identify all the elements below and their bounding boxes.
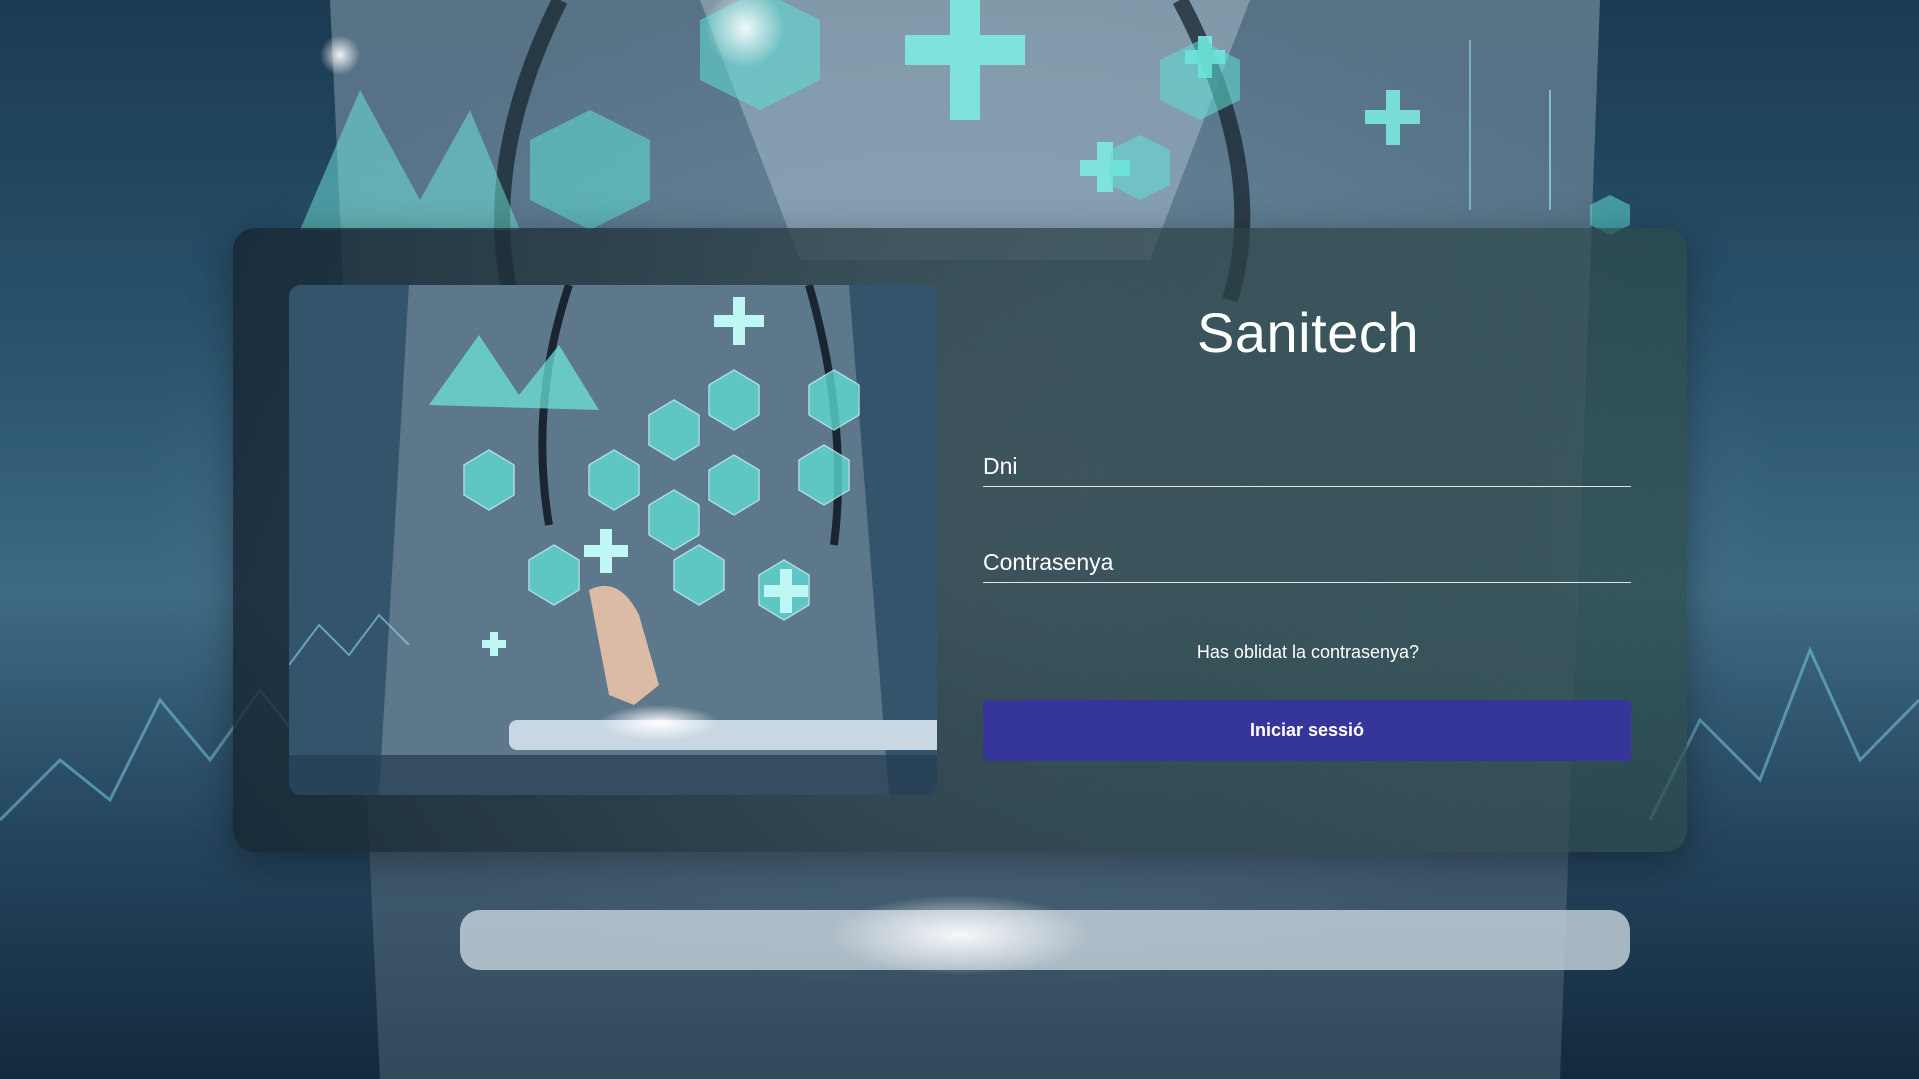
app-title: Sanitech (1197, 301, 1419, 364)
forgot-password-link[interactable]: Has oblidat la contrasenya? (983, 642, 1633, 663)
login-form: Sanitech Has oblidat la contrasenya? Ini… (983, 228, 1633, 852)
login-button[interactable]: Iniciar sessió (983, 700, 1631, 761)
dni-field[interactable] (983, 442, 1631, 487)
password-field[interactable] (983, 538, 1631, 583)
login-card: Sanitech Has oblidat la contrasenya? Ini… (233, 228, 1687, 852)
login-page: Sanitech Has oblidat la contrasenya? Ini… (0, 0, 1919, 1079)
card-illustration (289, 285, 937, 795)
dni-input[interactable] (983, 453, 1631, 480)
password-input[interactable] (983, 549, 1631, 576)
